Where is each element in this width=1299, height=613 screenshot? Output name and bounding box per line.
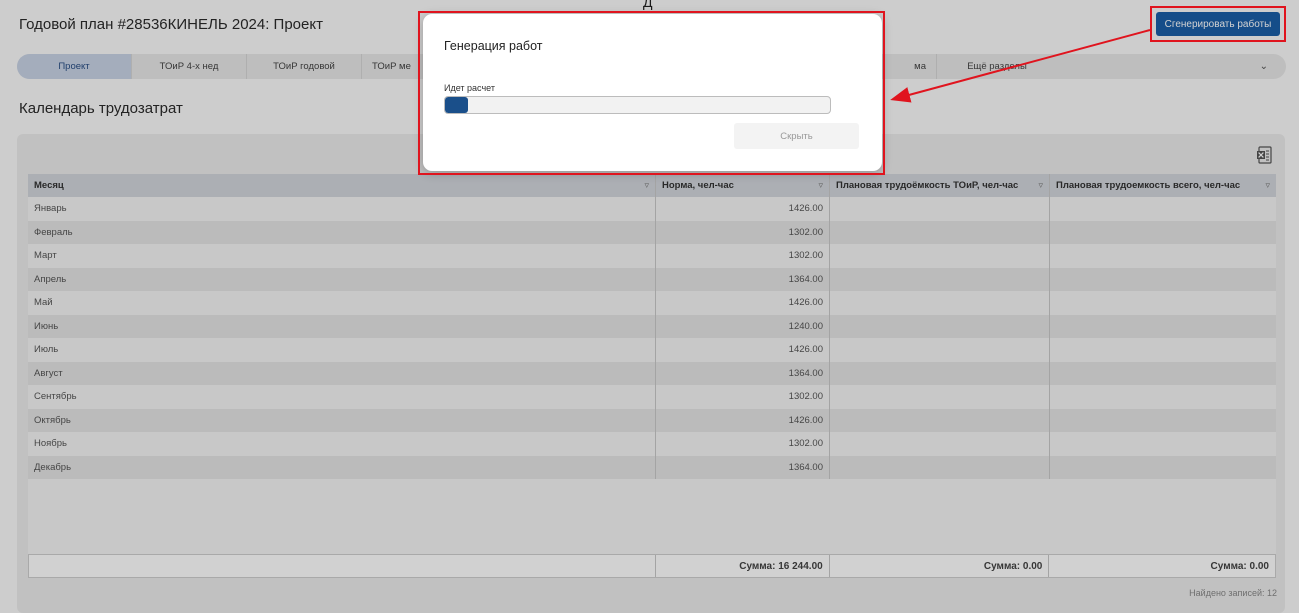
button-highlight-box [1150,6,1286,42]
dialog-highlight-box [418,11,885,175]
